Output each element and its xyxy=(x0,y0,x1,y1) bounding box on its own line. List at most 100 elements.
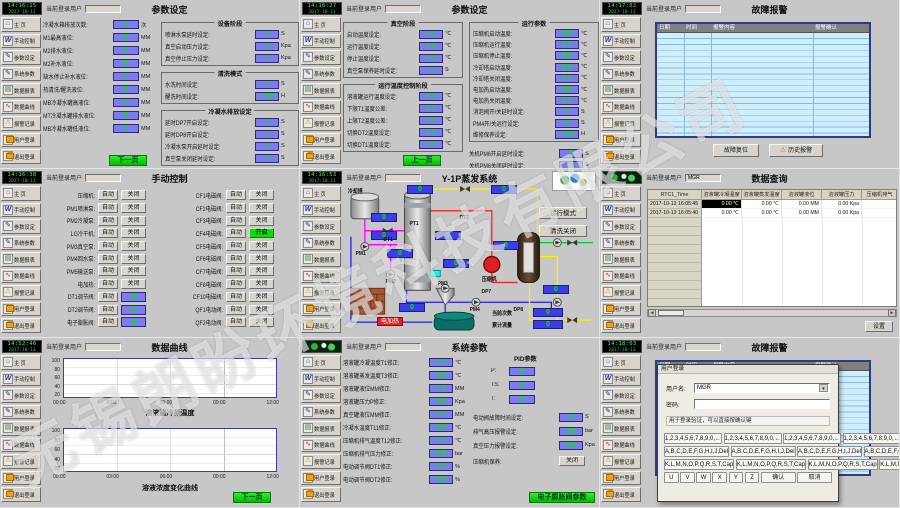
value-input[interactable]: 0.0 xyxy=(419,42,443,51)
keyboard-key[interactable]: V xyxy=(680,472,695,483)
value-input[interactable]: 0.0 xyxy=(429,358,453,367)
sidebar-item[interactable]: ✎ 系统参数 xyxy=(1,67,41,82)
value-input[interactable]: 0 xyxy=(255,118,279,127)
sidebar-item[interactable]: 用户登录 xyxy=(301,133,341,148)
keyboard-key[interactable]: A,B,C,D,E,F,G,H,I,J,Del xyxy=(664,446,729,457)
sidebar-item[interactable]: ∿ 数据曲线 xyxy=(301,269,341,284)
clean-mode-button[interactable]: 清洗关闭 xyxy=(539,225,587,237)
sidebar-item[interactable]: ⌂ 主 页 xyxy=(1,17,41,32)
sidebar-item[interactable]: ✎ 系统参数 xyxy=(1,236,41,251)
value-input[interactable]: 0 xyxy=(555,119,579,128)
sidebar-item[interactable]: ⚠ 报警记录 xyxy=(601,116,641,131)
state-button[interactable]: 关闭 xyxy=(249,305,274,315)
value-input[interactable]: 0 xyxy=(255,42,279,51)
next-page-button[interactable]: 下一页 xyxy=(233,492,271,503)
keyboard-key[interactable]: K,L,M,N,O,P,Q,R,S,T,Cap xyxy=(664,459,734,470)
value-input[interactable]: 0.0 xyxy=(555,51,579,60)
sidebar-item[interactable]: ∿ 数据曲线 xyxy=(601,100,641,115)
sidebar-item[interactable]: ✎ 参数设定 xyxy=(1,50,41,65)
sidebar-item[interactable]: ▤ 数据报表 xyxy=(301,252,341,267)
sidebar-item[interactable]: 退出登录 xyxy=(301,149,341,164)
sidebar-item[interactable]: W 手动控制 xyxy=(301,203,341,218)
horizontal-scrollbar[interactable]: ◄ ► xyxy=(647,309,897,317)
sidebar-item[interactable]: ✎ 参数设定 xyxy=(1,388,41,403)
value-input[interactable]: 0.0 xyxy=(429,423,453,432)
sidebar-item[interactable]: 退出登录 xyxy=(601,149,641,164)
value-input[interactable]: 0.0 xyxy=(555,74,579,83)
run-mode-button[interactable]: 运行模式 xyxy=(539,207,587,219)
auto-button[interactable]: 自动 xyxy=(226,216,246,226)
state-button[interactable]: 0 xyxy=(121,305,146,315)
state-button[interactable]: 关闭 xyxy=(249,292,274,302)
auto-button[interactable]: 自动 xyxy=(98,305,118,315)
auto-button[interactable]: 自动 xyxy=(98,266,118,276)
value-input[interactable]: 0 xyxy=(113,33,139,42)
sidebar-item[interactable]: ✎ 系统参数 xyxy=(1,405,41,420)
scroll-left-arrow[interactable]: ◄ xyxy=(648,309,656,317)
state-button[interactable]: 关闭 xyxy=(121,266,146,276)
auto-button[interactable]: 自动 xyxy=(226,190,246,200)
value-input[interactable]: 0 xyxy=(559,161,583,169)
sidebar-item[interactable]: ∿ 数据曲线 xyxy=(601,438,641,453)
sidebar-item[interactable]: ∿ 数据曲线 xyxy=(301,438,341,453)
auto-button[interactable]: 自动 xyxy=(226,241,246,251)
sidebar-item[interactable]: ▤ 数据报表 xyxy=(601,83,641,98)
auto-button[interactable]: 自动 xyxy=(226,279,246,289)
sidebar-item[interactable]: ✎ 系统参数 xyxy=(601,67,641,82)
keyboard-key[interactable]: 1,2,3,4,5,6,7,8,9,0,← xyxy=(843,433,900,444)
value-input[interactable]: 0.0 xyxy=(429,449,453,458)
sidebar-item[interactable]: W 手动控制 xyxy=(1,34,41,49)
sidebar-item[interactable]: ⚠ 报警记录 xyxy=(301,116,341,131)
sidebar-item[interactable]: ▤ 数据报表 xyxy=(1,83,41,98)
value-input[interactable]: 0 xyxy=(255,30,279,39)
value-input[interactable]: 0.0 xyxy=(559,441,583,450)
expansion-valve-params-button[interactable]: 电子膨胀阀参数 xyxy=(529,492,595,503)
sidebar-item[interactable]: 用户登录 xyxy=(1,302,41,317)
state-button[interactable]: 关闭 xyxy=(249,203,274,213)
value-input[interactable]: 0.0 xyxy=(555,85,579,94)
value-input[interactable]: 0 xyxy=(113,20,139,29)
value-input[interactable]: 0.0 xyxy=(429,475,453,484)
sidebar-item[interactable]: 退出登录 xyxy=(601,487,641,502)
sidebar-item[interactable]: ▤ 数据报表 xyxy=(301,421,341,436)
sidebar-item[interactable]: ✎ 系统参数 xyxy=(601,405,641,420)
value-input[interactable]: 0.0 xyxy=(555,63,579,72)
table-row[interactable]: 2017-10-13 16:05:45 0.00 ℃ 0.00 ℃ 0.00 M… xyxy=(648,200,896,209)
value-input[interactable]: 0 xyxy=(509,381,535,390)
sidebar-item[interactable]: ✎ 系统参数 xyxy=(301,67,341,82)
keyboard-key[interactable]: Y xyxy=(729,472,744,483)
state-button[interactable]: 关闭 xyxy=(121,190,146,200)
value-input[interactable]: 0.0 xyxy=(555,96,579,105)
keyboard-key[interactable]: X xyxy=(712,472,727,483)
sidebar-item[interactable]: ✎ 系统参数 xyxy=(601,236,641,251)
state-button[interactable]: 0 xyxy=(121,292,146,302)
value-input[interactable]: 0 xyxy=(255,80,279,89)
keyboard-key[interactable]: K,L,M,N,O,P,Q,R,S,T,Cap xyxy=(808,459,878,470)
sidebar-item[interactable]: ∿ 数据曲线 xyxy=(1,269,41,284)
sidebar-item[interactable]: W 手动控制 xyxy=(601,203,641,218)
auto-button[interactable]: 自动 xyxy=(226,228,246,238)
settings-button[interactable]: 设置 xyxy=(865,321,893,332)
sidebar-item[interactable]: ⌂ 主 页 xyxy=(301,17,341,32)
state-button[interactable]: 关闭 xyxy=(249,216,274,226)
sidebar-item[interactable]: W 手动控制 xyxy=(1,372,41,387)
sidebar-item[interactable]: ⌂ 主 页 xyxy=(601,186,641,201)
value-input[interactable]: 0 xyxy=(113,59,139,68)
value-input[interactable]: 0 xyxy=(113,124,139,133)
sidebar-item[interactable]: 用户登录 xyxy=(301,471,341,486)
sidebar-item[interactable]: ∿ 数据曲线 xyxy=(1,438,41,453)
value-input[interactable]: 0 xyxy=(419,66,443,75)
sidebar-item[interactable]: 退出登录 xyxy=(1,487,41,502)
sidebar-item[interactable]: ✎ 参数设定 xyxy=(301,50,341,65)
auto-button[interactable]: 自动 xyxy=(98,228,118,238)
sidebar-item[interactable]: 用户登录 xyxy=(1,133,41,148)
sidebar-item[interactable]: ⌂ 主 页 xyxy=(1,186,41,201)
keyboard-key[interactable]: 1,2,3,4,5,6,7,8,9,0,← xyxy=(724,433,782,444)
value-input[interactable]: 0.0 xyxy=(419,140,443,149)
sidebar-item[interactable]: ▤ 数据报表 xyxy=(601,421,641,436)
sidebar-item[interactable]: ▤ 数据报表 xyxy=(301,83,341,98)
value-input[interactable]: 0.0 xyxy=(419,30,443,39)
value-input[interactable]: 0 xyxy=(113,98,139,107)
state-button[interactable]: 开启 xyxy=(249,228,274,238)
state-button[interactable]: 关闭 xyxy=(249,279,274,289)
